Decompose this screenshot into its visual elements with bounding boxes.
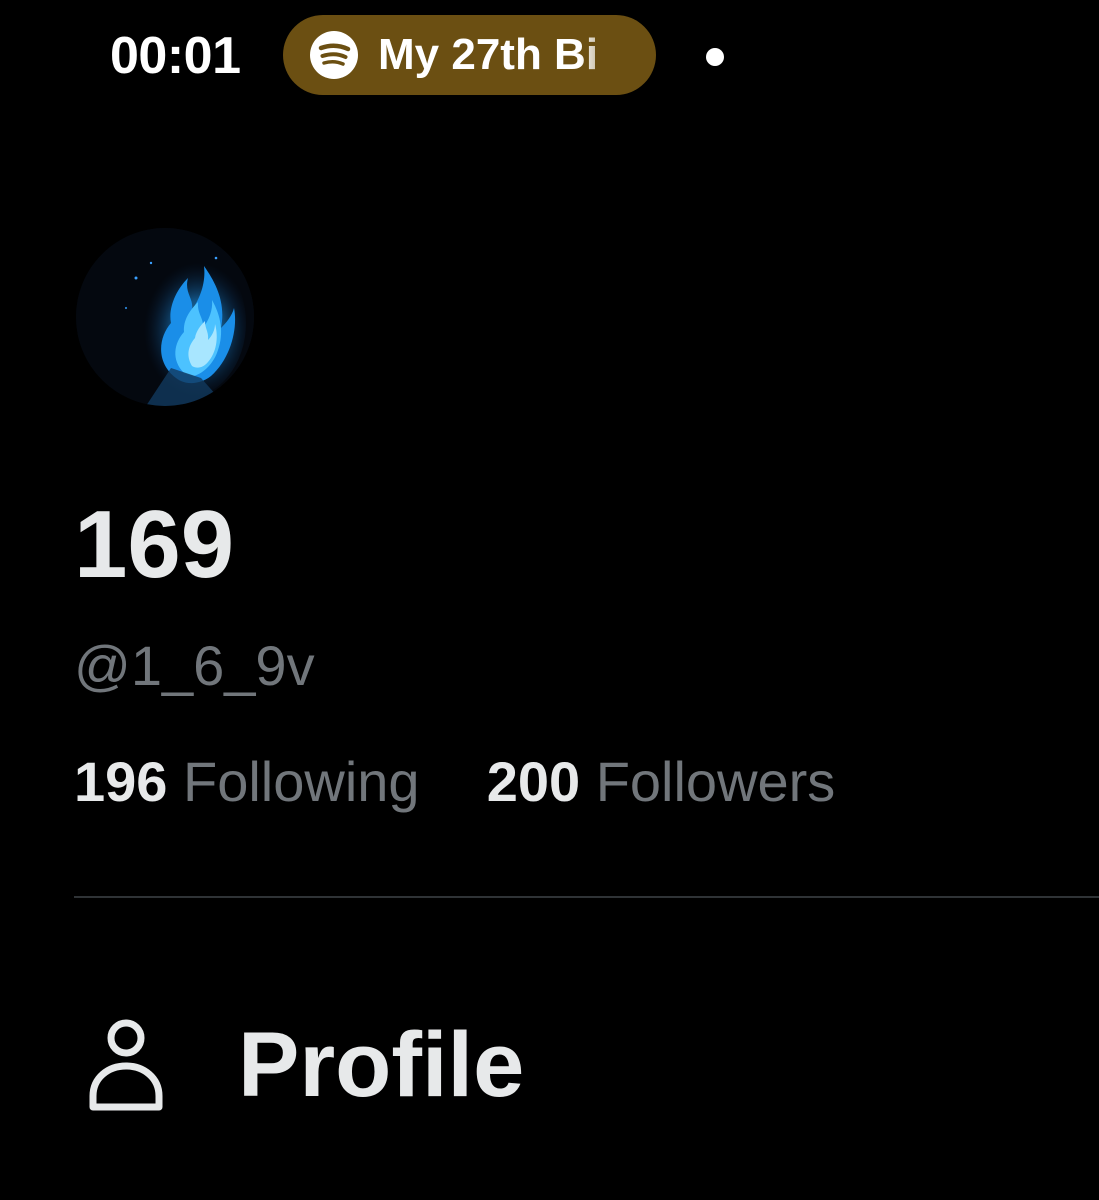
menu-item-profile[interactable]: Profile	[88, 1010, 524, 1120]
follow-stats: 196 Following 200 Followers	[74, 750, 835, 814]
followers-count: 200	[486, 750, 581, 813]
following-label: Following	[183, 750, 420, 813]
person-icon	[89, 1019, 163, 1111]
notification-dot-icon	[706, 48, 724, 66]
status-clock: 00:01	[110, 27, 241, 85]
section-divider	[74, 896, 1099, 898]
following-count: 196	[74, 750, 168, 813]
following-link[interactable]: 196 Following	[74, 750, 435, 813]
menu-item-label: Profile	[238, 1014, 525, 1116]
avatar[interactable]	[76, 228, 254, 406]
blue-flame-icon	[76, 228, 254, 406]
now-playing-title: My 27th Bi	[378, 30, 599, 79]
followers-label: Followers	[595, 750, 836, 813]
spotify-icon	[310, 31, 358, 79]
followers-link[interactable]: 200 Followers	[487, 750, 836, 813]
app-screen: 00:01 My 27th Bi 169 @1_6_9v 196 Followi…	[0, 0, 1099, 1200]
user-handle: @1_6_9v	[74, 634, 315, 697]
now-playing-pill[interactable]: My 27th Bi	[283, 15, 656, 95]
display-name: 169	[74, 491, 235, 598]
